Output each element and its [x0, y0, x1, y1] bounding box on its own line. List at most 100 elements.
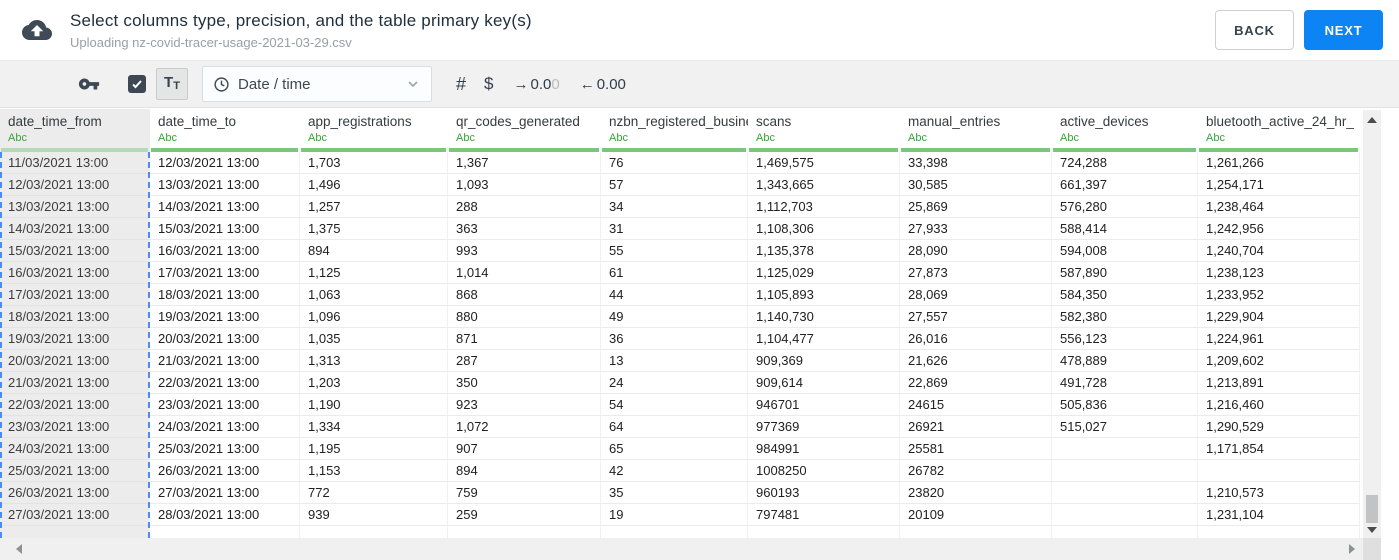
table-cell[interactable]: 19	[601, 504, 748, 526]
table-cell[interactable]: 23/03/2021 13:00	[0, 416, 150, 438]
table-cell[interactable]: 871	[448, 328, 601, 350]
table-cell[interactable]: 13	[601, 350, 748, 372]
table-cell[interactable]: 64	[601, 416, 748, 438]
table-cell[interactable]: 1,224,961	[1198, 328, 1360, 350]
table-cell[interactable]: 42	[601, 460, 748, 482]
table-cell[interactable]: 19/03/2021 13:00	[0, 328, 150, 350]
table-cell[interactable]: 25,869	[900, 196, 1052, 218]
table-cell[interactable]: 1,229,904	[1198, 306, 1360, 328]
table-cell[interactable]: 25581	[900, 438, 1052, 460]
table-cell[interactable]: 1,072	[448, 416, 601, 438]
table-cell[interactable]: 1,153	[300, 460, 448, 482]
number-type-button[interactable]: #	[456, 74, 466, 95]
column-header-app_registrations[interactable]: app_registrations Abc	[300, 109, 448, 152]
table-cell[interactable]: 11/03/2021 13:00	[0, 152, 150, 174]
table-cell[interactable]: 21,626	[900, 350, 1052, 372]
table-cell[interactable]: 30,585	[900, 174, 1052, 196]
table-cell[interactable]: 584,350	[1052, 284, 1198, 306]
table-cell[interactable]: 907	[448, 438, 601, 460]
table-cell[interactable]: 23820	[900, 482, 1052, 504]
table-cell[interactable]: 14/03/2021 13:00	[150, 196, 300, 218]
include-column-checkbox[interactable]	[128, 75, 146, 93]
table-cell[interactable]: 1,112,703	[748, 196, 900, 218]
table-cell[interactable]: 57	[601, 174, 748, 196]
table-cell[interactable]: 582,380	[1052, 306, 1198, 328]
table-cell[interactable]: 1,014	[448, 262, 601, 284]
table-cell[interactable]: 909,614	[748, 372, 900, 394]
table-cell[interactable]: 772	[300, 482, 448, 504]
table-cell[interactable]: 27,873	[900, 262, 1052, 284]
table-cell[interactable]: 17/03/2021 13:00	[0, 284, 150, 306]
column-header-bluetooth_active_24_hr_[interactable]: bluetooth_active_24_hr_ Abc	[1198, 109, 1360, 152]
table-cell[interactable]: 1,210,573	[1198, 482, 1360, 504]
table-cell[interactable]: 491,728	[1052, 372, 1198, 394]
column-header-scans[interactable]: scans Abc	[748, 109, 900, 152]
table-cell[interactable]: 1,238,464	[1198, 196, 1360, 218]
table-cell[interactable]: 1,703	[300, 152, 448, 174]
table-cell[interactable]: 259	[448, 504, 601, 526]
next-button[interactable]: NEXT	[1304, 10, 1383, 50]
table-cell[interactable]: 21/03/2021 13:00	[150, 350, 300, 372]
table-cell[interactable]: 49	[601, 306, 748, 328]
table-cell[interactable]: 25/03/2021 13:00	[0, 460, 150, 482]
table-cell[interactable]: 515,027	[1052, 416, 1198, 438]
table-cell[interactable]: 1,496	[300, 174, 448, 196]
column-header-nzbn_registered_busine[interactable]: nzbn_registered_busine Abc	[601, 109, 748, 152]
table-cell[interactable]: 36	[601, 328, 748, 350]
table-cell[interactable]	[1052, 438, 1198, 460]
table-cell[interactable]	[1052, 460, 1198, 482]
table-cell[interactable]: 76	[601, 152, 748, 174]
table-cell[interactable]: 26/03/2021 13:00	[150, 460, 300, 482]
table-cell[interactable]: 33,398	[900, 152, 1052, 174]
table-cell[interactable]: 1,334	[300, 416, 448, 438]
table-cell[interactable]: 16/03/2021 13:00	[150, 240, 300, 262]
table-cell[interactable]: 1,195	[300, 438, 448, 460]
table-cell[interactable]: 1008250	[748, 460, 900, 482]
table-cell[interactable]: 28,069	[900, 284, 1052, 306]
table-cell[interactable]: 661,397	[1052, 174, 1198, 196]
column-header-qr_codes_generated[interactable]: qr_codes_generated Abc	[448, 109, 601, 152]
table-cell[interactable]: 960193	[748, 482, 900, 504]
table-cell[interactable]: 478,889	[1052, 350, 1198, 372]
table-cell[interactable]: 24/03/2021 13:00	[0, 438, 150, 460]
table-cell[interactable]: 27,557	[900, 306, 1052, 328]
table-cell[interactable]: 18/03/2021 13:00	[0, 306, 150, 328]
table-cell[interactable]: 724,288	[1052, 152, 1198, 174]
primary-key-icon[interactable]	[78, 73, 100, 95]
column-type-select[interactable]: Date / time	[202, 66, 432, 102]
scroll-down-arrow-icon[interactable]	[1367, 527, 1377, 533]
table-cell[interactable]: 21/03/2021 13:00	[0, 372, 150, 394]
table-cell[interactable]: 1,125	[300, 262, 448, 284]
table-cell[interactable]: 1,093	[448, 174, 601, 196]
table-cell[interactable]: 1,231,104	[1198, 504, 1360, 526]
table-cell[interactable]: 31	[601, 218, 748, 240]
table-cell[interactable]	[1052, 526, 1198, 538]
text-type-button[interactable]: T T	[156, 68, 188, 100]
table-cell[interactable]	[1198, 460, 1360, 482]
table-cell[interactable]: 587,890	[1052, 262, 1198, 284]
table-cell[interactable]: 576,280	[1052, 196, 1198, 218]
table-cell[interactable]	[1052, 504, 1198, 526]
table-cell[interactable]	[0, 526, 150, 538]
table-cell[interactable]: 977369	[748, 416, 900, 438]
table-cell[interactable]: 993	[448, 240, 601, 262]
table-cell[interactable]: 24	[601, 372, 748, 394]
table-cell[interactable]: 894	[300, 240, 448, 262]
table-cell[interactable]: 20/03/2021 13:00	[150, 328, 300, 350]
scroll-up-arrow-icon[interactable]	[1367, 117, 1377, 123]
column-header-date_time_from[interactable]: date_time_from Abc	[0, 109, 150, 152]
table-cell[interactable]: 26782	[900, 460, 1052, 482]
column-header-manual_entries[interactable]: manual_entries Abc	[900, 109, 1052, 152]
table-cell[interactable]: 22/03/2021 13:00	[150, 372, 300, 394]
table-cell[interactable]: 1,104,477	[748, 328, 900, 350]
table-cell[interactable]: 61	[601, 262, 748, 284]
table-cell[interactable]: 1,238,123	[1198, 262, 1360, 284]
table-cell[interactable]: 24615	[900, 394, 1052, 416]
table-cell[interactable]: 26,016	[900, 328, 1052, 350]
table-cell[interactable]: 1,375	[300, 218, 448, 240]
table-cell[interactable]: 1,135,378	[748, 240, 900, 262]
table-cell[interactable]: 1,108,306	[748, 218, 900, 240]
column-header-active_devices[interactable]: active_devices Abc	[1052, 109, 1198, 152]
table-cell[interactable]: 27/03/2021 13:00	[0, 504, 150, 526]
table-cell[interactable]: 28/03/2021 13:00	[150, 504, 300, 526]
